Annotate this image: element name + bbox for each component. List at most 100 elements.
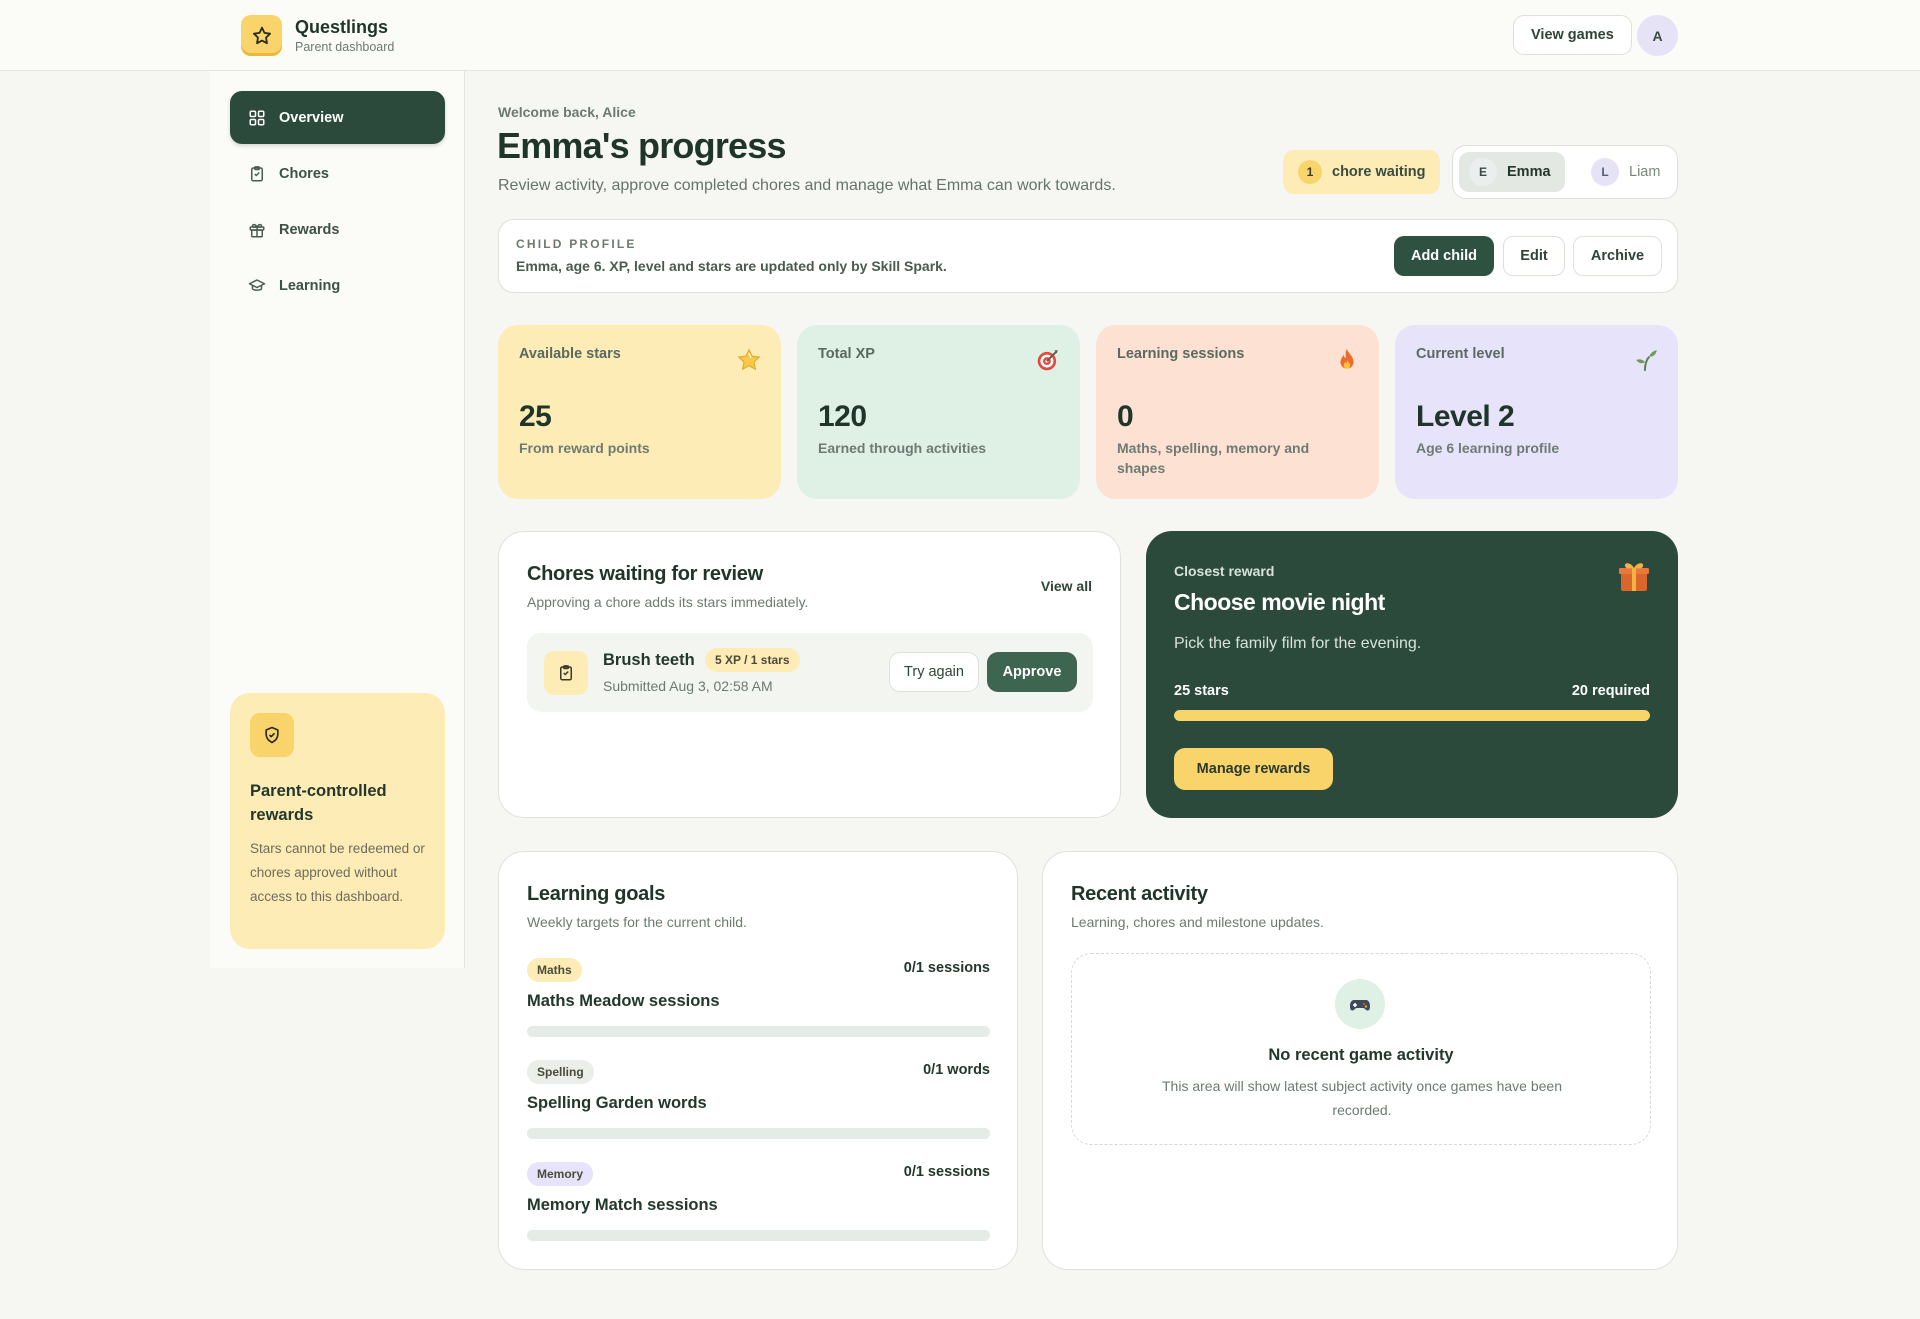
child-profile-bar: CHILD PROFILE Emma, age 6. XP, level and…: [498, 219, 1678, 293]
grid-icon: [248, 109, 266, 127]
add-child-button[interactable]: Add child: [1394, 236, 1494, 276]
stat-card-xp: Total XP 120 Earned through activities: [797, 325, 1080, 499]
child-option-liam[interactable]: L Liam: [1581, 152, 1674, 192]
view-games-button[interactable]: View games: [1513, 15, 1632, 55]
reward-progress-bar: [1174, 710, 1650, 721]
sidebar-item-learning[interactable]: Learning: [230, 259, 445, 312]
archive-button[interactable]: Archive: [1573, 236, 1662, 276]
learning-goals-panel: Learning goals Weekly targets for the cu…: [498, 851, 1018, 1270]
graduation-cap-icon: [248, 277, 266, 295]
stat-label: Current level: [1416, 346, 1505, 362]
chore-waiting-label: chore waiting: [1332, 164, 1426, 180]
child-name: Emma: [1507, 164, 1551, 180]
goals-title: Learning goals: [527, 883, 666, 905]
goal-name: Memory Match sessions: [527, 1196, 718, 1214]
gamepad-icon: [1335, 979, 1385, 1029]
sidebar-item-label: Chores: [279, 165, 329, 182]
manage-rewards-button[interactable]: Manage rewards: [1174, 748, 1333, 790]
goal-count: 0/1 words: [923, 1062, 990, 1078]
recent-activity-panel: Recent activity Learning, chores and mil…: [1042, 851, 1678, 1270]
fire-icon: [1340, 349, 1354, 369]
shield-check-icon: [250, 713, 294, 757]
child-name: Liam: [1629, 164, 1661, 180]
card-text: Stars cannot be redeemed or chores appro…: [250, 841, 425, 904]
stat-sub: Age 6 learning profile: [1416, 440, 1560, 456]
profile-text: Emma, age 6. XP, level and stars are upd…: [516, 258, 947, 274]
activity-title: Recent activity: [1071, 883, 1208, 905]
goal-tag: Spelling: [527, 1060, 594, 1084]
chore-name: Brush teeth: [603, 651, 695, 669]
clipboard-icon: [544, 651, 588, 695]
child-option-emma[interactable]: E Emma: [1459, 152, 1565, 192]
stat-card-sessions: Learning sessions 0 Maths, spelling, mem…: [1096, 325, 1379, 499]
sidebar-item-label: Rewards: [279, 221, 340, 238]
chore-waiting-badge[interactable]: 1 chore waiting: [1283, 150, 1440, 194]
stat-value: 25: [519, 400, 552, 433]
sidebar-item-label: Learning: [279, 277, 341, 294]
stat-label: Learning sessions: [1117, 346, 1245, 362]
stat-card-level: Current level Level 2 Age 6 learning pro…: [1395, 325, 1678, 499]
empty-state: No recent game activity This area will s…: [1071, 953, 1651, 1145]
brand[interactable]: Questlings Parent dashboard: [241, 15, 394, 56]
goal-tag: Memory: [527, 1162, 594, 1186]
goals-subtitle: Weekly targets for the current child.: [527, 914, 747, 930]
star-emoji-icon: [737, 348, 761, 371]
stat-label: Available stars: [519, 346, 621, 362]
stat-label: Total XP: [818, 346, 875, 362]
chore-row: Brush teeth 5 XP / 1 stars Submitted Aug…: [527, 633, 1093, 712]
chore-submitted: Submitted Aug 3, 02:58 AM: [603, 678, 773, 694]
top-bar: Questlings Parent dashboard View games A: [0, 0, 1920, 71]
goal-progress-bar: [527, 1128, 990, 1139]
star-icon: [241, 15, 282, 56]
reward-stars-have: 25 stars: [1174, 683, 1229, 699]
child-avatar: L: [1591, 158, 1619, 186]
try-again-button[interactable]: Try again: [889, 652, 979, 692]
approve-button[interactable]: Approve: [987, 652, 1077, 692]
sidebar-item-chores[interactable]: Chores: [230, 147, 445, 200]
stat-card-stars: Available stars 25 From reward points: [498, 325, 781, 499]
empty-title: No recent game activity: [1268, 1046, 1454, 1064]
target-icon: [1037, 350, 1058, 371]
goal-tag: Maths: [527, 958, 582, 982]
page-title: Emma's progress: [497, 125, 787, 166]
reward-progress-fill: [1174, 710, 1650, 721]
edit-button[interactable]: Edit: [1503, 236, 1565, 276]
chores-panel: Chores waiting for review Approving a ch…: [498, 531, 1121, 818]
goal-count: 0/1 sessions: [903, 960, 990, 976]
sidebar-item-overview[interactable]: Overview: [230, 91, 445, 144]
reward-stars-required: 20 required: [1571, 683, 1650, 699]
goal-progress-bar: [527, 1230, 990, 1241]
clipboard-icon: [248, 165, 266, 183]
stat-value: 120: [818, 400, 867, 433]
card-title: Parent-controlled rewards: [250, 782, 387, 824]
activity-subtitle: Learning, chores and milestone updates.: [1071, 914, 1324, 930]
stat-sub: Earned through activities: [818, 440, 987, 456]
stat-value: Level 2: [1416, 400, 1515, 433]
avatar[interactable]: A: [1637, 15, 1678, 56]
empty-text: This area will show latest subject activ…: [1162, 1078, 1562, 1118]
sidebar-item-label: Overview: [279, 109, 344, 126]
page-subtitle: Review activity, approve completed chore…: [498, 177, 1116, 194]
goal-count: 0/1 sessions: [903, 1164, 990, 1180]
chore-reward-badge: 5 XP / 1 stars: [705, 648, 800, 672]
goal-progress-bar: [527, 1026, 990, 1037]
chores-title: Chores waiting for review: [527, 563, 763, 585]
seedling-icon: [1636, 350, 1657, 371]
stat-sub: From reward points: [519, 440, 650, 456]
sidebar-item-rewards[interactable]: Rewards: [230, 203, 445, 256]
stat-value: 0: [1117, 400, 1134, 433]
app-name: Questlings: [295, 16, 389, 37]
parent-controlled-card: Parent-controlled rewards Stars cannot b…: [230, 693, 445, 949]
reward-label: Closest reward: [1174, 563, 1275, 579]
goal-name: Maths Meadow sessions: [527, 992, 720, 1010]
reward-description: Pick the family film for the evening.: [1174, 635, 1422, 652]
stat-sub: Maths, spelling, memory and shapes: [1117, 440, 1310, 476]
sidebar: Overview Chores Rewards Learning Parent-…: [210, 71, 465, 968]
app-subtitle: Parent dashboard: [295, 39, 395, 54]
chores-subtitle: Approving a chore adds its stars immedia…: [527, 594, 809, 610]
welcome-text: Welcome back, Alice: [498, 104, 636, 120]
goal-name: Spelling Garden words: [527, 1094, 707, 1112]
view-all-link[interactable]: View all: [1041, 578, 1092, 594]
child-avatar: E: [1469, 158, 1497, 186]
gift-icon: [248, 221, 266, 239]
